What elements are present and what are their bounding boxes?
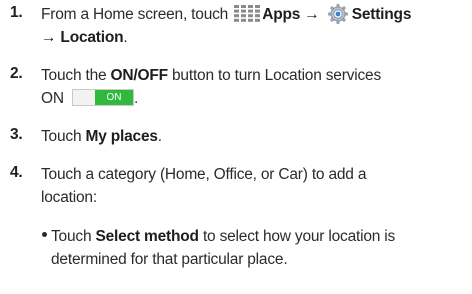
- step-line: Touch a category (Home, Office, or Car) …: [41, 166, 367, 183]
- bullet-text-plain: Touch: [51, 228, 92, 245]
- on-off-label: ON/OFF: [110, 67, 169, 84]
- period: .: [157, 128, 162, 145]
- toggle-on-label: ON: [94, 90, 133, 105]
- step-text-plain: Touch: [41, 128, 82, 145]
- step-text: Touch a category (Home, Office, or Car) …: [41, 163, 366, 209]
- select-method-label: Select method: [95, 228, 199, 245]
- instructions-document: 1. From a Home screen, touch Apps → Sett…: [0, 0, 472, 294]
- step-line: → Location.: [41, 26, 411, 49]
- step-number: 2.: [10, 65, 23, 82]
- bullet-line: determined for that particular place.: [51, 251, 288, 268]
- step-text-plain: Touch the: [41, 67, 107, 84]
- arrow: →: [304, 6, 320, 23]
- step-text: From a Home screen, touch Apps → Setting…: [41, 3, 411, 49]
- location-label: Location: [60, 29, 124, 46]
- step-text-plain: From a Home screen, touch: [41, 6, 229, 23]
- step-line: location:: [41, 189, 97, 206]
- step-text: Touch My places.: [41, 125, 162, 148]
- location-toggle-switch: ON: [71, 89, 134, 106]
- bullet-text: Touch Select method to select how your l…: [42, 225, 395, 271]
- step-line: ON ON .: [41, 87, 381, 110]
- settings-gear-icon: [327, 4, 348, 24]
- apps-grid-icon: [234, 5, 261, 22]
- step-text-plain: button to turn Location services: [172, 67, 382, 84]
- step-text: Touch the ON/OFF button to turn Location…: [41, 64, 381, 110]
- step-number: 1.: [10, 4, 23, 21]
- settings-label: Settings: [351, 6, 412, 23]
- step-number: 3.: [10, 126, 23, 143]
- arrow: →: [41, 29, 57, 46]
- apps-label: Apps: [262, 6, 301, 23]
- period: .: [133, 90, 139, 107]
- bullet-line: Touch Select method to select how your l…: [42, 225, 395, 248]
- bullet-text-plain: to select how your location is: [202, 228, 396, 245]
- step-line: Touch My places.: [41, 125, 162, 148]
- bullet-dot-icon: [42, 232, 47, 237]
- step-line: From a Home screen, touch Apps → Setting…: [41, 3, 411, 26]
- period: .: [123, 29, 128, 46]
- my-places-label: My places: [85, 128, 158, 145]
- step-number: 4.: [10, 164, 23, 181]
- step-text-plain: ON: [41, 90, 64, 107]
- step-line: Touch the ON/OFF button to turn Location…: [41, 64, 381, 87]
